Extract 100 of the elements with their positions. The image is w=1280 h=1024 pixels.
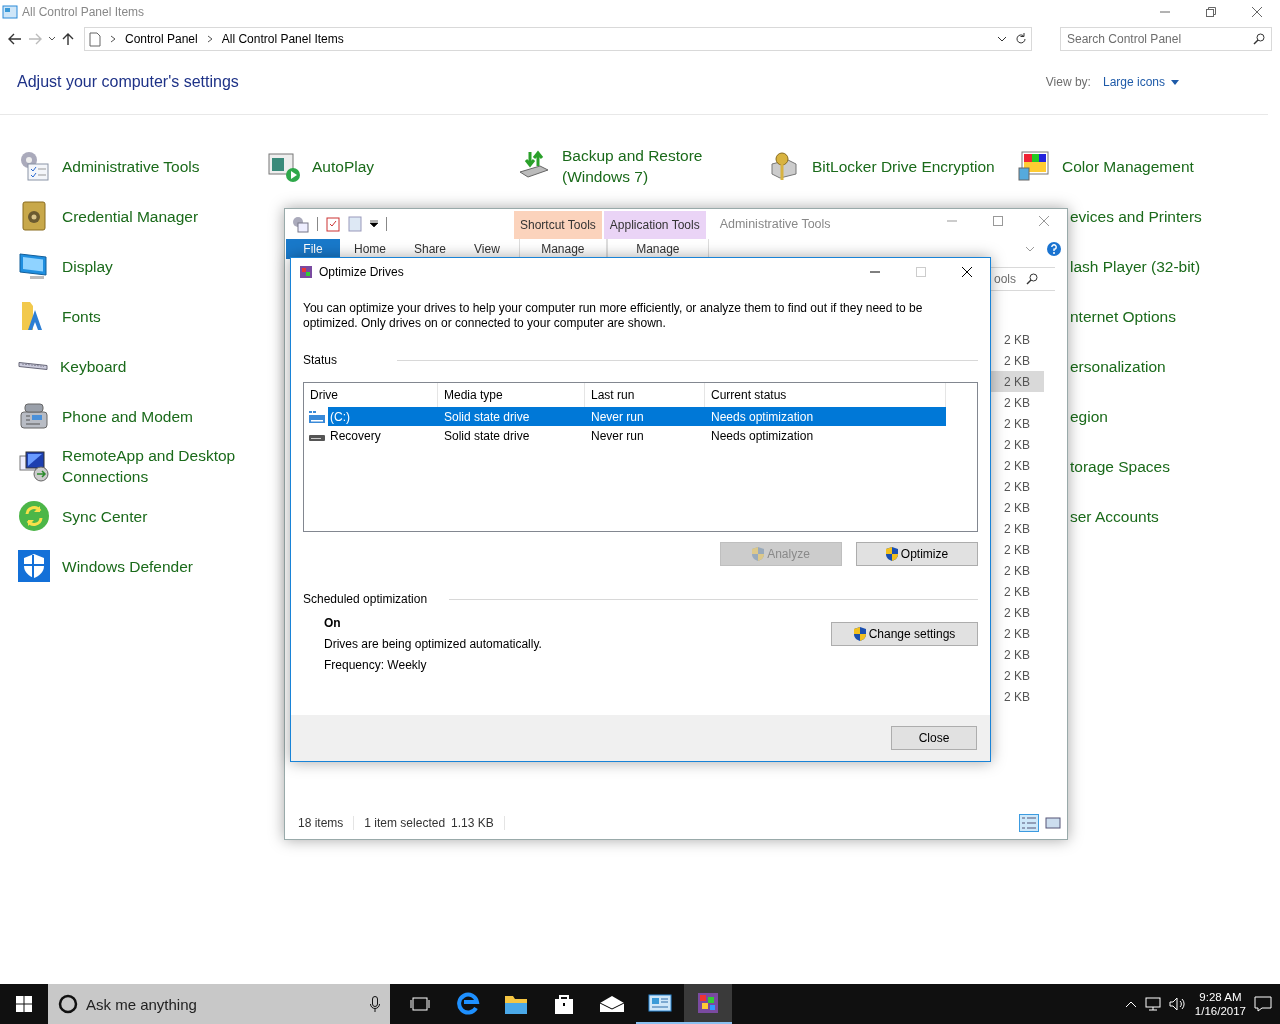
search-icon (1253, 33, 1265, 45)
maximize-icon (916, 267, 926, 277)
control-panel-link[interactable]: nternet Options (1070, 305, 1176, 327)
control-panel-link[interactable]: evices and Printers (1070, 205, 1202, 227)
schedule-state: On (324, 616, 342, 630)
file-size-cell[interactable]: 2 KB (989, 329, 1044, 350)
control-panel-link[interactable]: Color Management (1062, 155, 1194, 177)
ribbon-tab[interactable]: View (460, 239, 514, 259)
monitor-icon (18, 250, 50, 282)
taskbar-app-button[interactable] (684, 984, 732, 1024)
drive-row[interactable]: (C:) Solid state drive Never run Needs optimization (304, 407, 947, 426)
shield-icon (752, 547, 765, 561)
control-panel-link[interactable]: Fonts (62, 305, 101, 327)
browser-icon (456, 992, 480, 1016)
control-panel-link[interactable]: BitLocker Drive Encryption (812, 155, 995, 177)
image-view-icon (1045, 816, 1061, 830)
file-size-cell[interactable]: 2 KB (989, 434, 1044, 455)
file-size-cell[interactable]: 2 KB (989, 497, 1044, 518)
control-panel-link[interactable]: Administrative Tools (62, 155, 200, 177)
table-cell-text: Needs optimization (710, 427, 815, 445)
table-cell: Solid state drive (438, 407, 585, 426)
table-cell-text: Solid state drive (443, 427, 531, 445)
control-panel-link[interactable]: egion (1070, 405, 1108, 427)
chevron-down-icon (1025, 246, 1035, 252)
drive-row[interactable]: Recovery Solid state drive Never run Needs optimization (304, 426, 947, 445)
file-size-cell[interactable]: 2 KB (989, 539, 1044, 560)
file-size-cell[interactable]: 2 KB (989, 623, 1044, 644)
dropdown-chevron-icon (997, 36, 1007, 42)
breadcrumb-chevron-icon (109, 35, 117, 43)
control-panel-link[interactable]: AutoPlay (312, 155, 375, 177)
search-field[interactable]: Search Control Panel (1067, 32, 1253, 46)
task-view-icon (410, 996, 430, 1012)
telephone-icon (18, 400, 50, 432)
control-panel-link[interactable]: Sync Center (62, 505, 148, 527)
search-box[interactable]: Search Control Panel (1060, 27, 1272, 51)
schedule-frequency: Frequency: Weekly (324, 658, 428, 672)
control-panel-link[interactable]: Phone and Modem (62, 405, 193, 427)
taskbar-search-field[interactable]: Ask me anything (86, 995, 362, 1013)
file-size-cell[interactable]: 2 KB (989, 581, 1044, 602)
control-panel-link[interactable]: ersonalization (1070, 355, 1166, 377)
restore-icon (1206, 7, 1216, 17)
view-by-dropdown[interactable]: Large icons (1102, 75, 1179, 89)
chevron-up-icon (1124, 1000, 1137, 1008)
close-icon (1039, 216, 1049, 226)
file-size-cell[interactable]: 2 KB (989, 602, 1044, 623)
up-arrow-icon (62, 32, 74, 46)
table-cell-text: Never run (590, 427, 645, 445)
shield-icon (853, 627, 866, 641)
file-size-cell[interactable]: 2 KB (989, 665, 1044, 686)
speaker-icon (1168, 997, 1187, 1011)
control-panel-link[interactable]: lash Player (32-bit) (1070, 255, 1201, 277)
refresh-icon (1015, 33, 1027, 45)
system-drive-icon (309, 410, 325, 423)
action-button[interactable]: Optimize (856, 542, 978, 566)
window-title: All Control Panel Items (22, 5, 145, 19)
ribbon-tab[interactable]: Home (340, 239, 400, 259)
control-panel-link[interactable]: Backup and Restore (Windows 7) (562, 145, 742, 187)
file-size-cell[interactable]: 2 KB (989, 560, 1044, 581)
close-dialog-button[interactable]: Close (891, 726, 977, 750)
control-panel-link[interactable]: ser Accounts (1070, 505, 1159, 527)
control-panel-link[interactable]: Display (62, 255, 113, 277)
breadcrumb-item[interactable]: Control Panel (125, 32, 198, 46)
file-size-cell[interactable]: 2 KB (989, 371, 1044, 392)
file-size-cell[interactable]: 2 KB (989, 644, 1044, 665)
control-panel-link[interactable]: Windows Defender (62, 555, 193, 577)
close-icon (962, 267, 972, 277)
close-icon (1252, 7, 1262, 17)
address-bar[interactable]: Control Panel All Control Panel Items (84, 27, 1032, 51)
breadcrumb-item[interactable]: All Control Panel Items (221, 32, 344, 46)
file-size-cell[interactable]: 2 KB (989, 476, 1044, 497)
table-cell: Needs optimization (705, 407, 946, 426)
gear-checklist-icon (18, 150, 50, 182)
table-cell: Never run (585, 407, 705, 426)
envelope-icon (599, 995, 625, 1013)
window-title: Administrative Tools (718, 216, 831, 233)
file-size-cell[interactable]: 2 KB (989, 392, 1044, 413)
search-icon (1026, 273, 1038, 285)
change-settings-button[interactable]: Change settings (831, 622, 978, 646)
control-panel-icon (648, 993, 672, 1013)
file-size-cell[interactable]: 2 KB (989, 455, 1044, 476)
taskbar-search-box[interactable]: Ask me anything (48, 984, 390, 1024)
file-size-cell[interactable]: 2 KB (989, 686, 1044, 707)
control-panel-link[interactable]: Credential Manager (62, 205, 199, 227)
table-cell: (C:) (328, 407, 438, 426)
selection-size: 1.13 KB (451, 816, 494, 830)
control-panel-link[interactable]: torage Spaces (1070, 455, 1170, 477)
dialog-description: You can optimize your drives to help your computer run more efficiently, or analyze them to find out if they need to be optimized. Only drives on or connected to your computer are shown. (303, 301, 924, 331)
file-size-cell[interactable]: 2 KB (989, 350, 1044, 371)
help-icon (1047, 242, 1061, 256)
keyboard-icon (18, 361, 48, 371)
breadcrumb-chevron-icon (205, 35, 214, 43)
large-icons-view-button[interactable] (1043, 814, 1063, 832)
control-panel-link[interactable]: RemoteApp and Desktop Connections (62, 445, 242, 487)
ribbon-tab[interactable]: File (286, 239, 340, 259)
file-size-cell[interactable]: 2 KB (989, 413, 1044, 434)
windows-logo-icon (16, 996, 32, 1012)
clock[interactable]: 9:28 AM 1/16/2017 (1194, 990, 1246, 1018)
file-size-cell[interactable]: 2 KB (989, 518, 1044, 539)
control-panel-link[interactable]: Keyboard (60, 355, 127, 377)
ribbon-tab[interactable]: Share (400, 239, 461, 259)
